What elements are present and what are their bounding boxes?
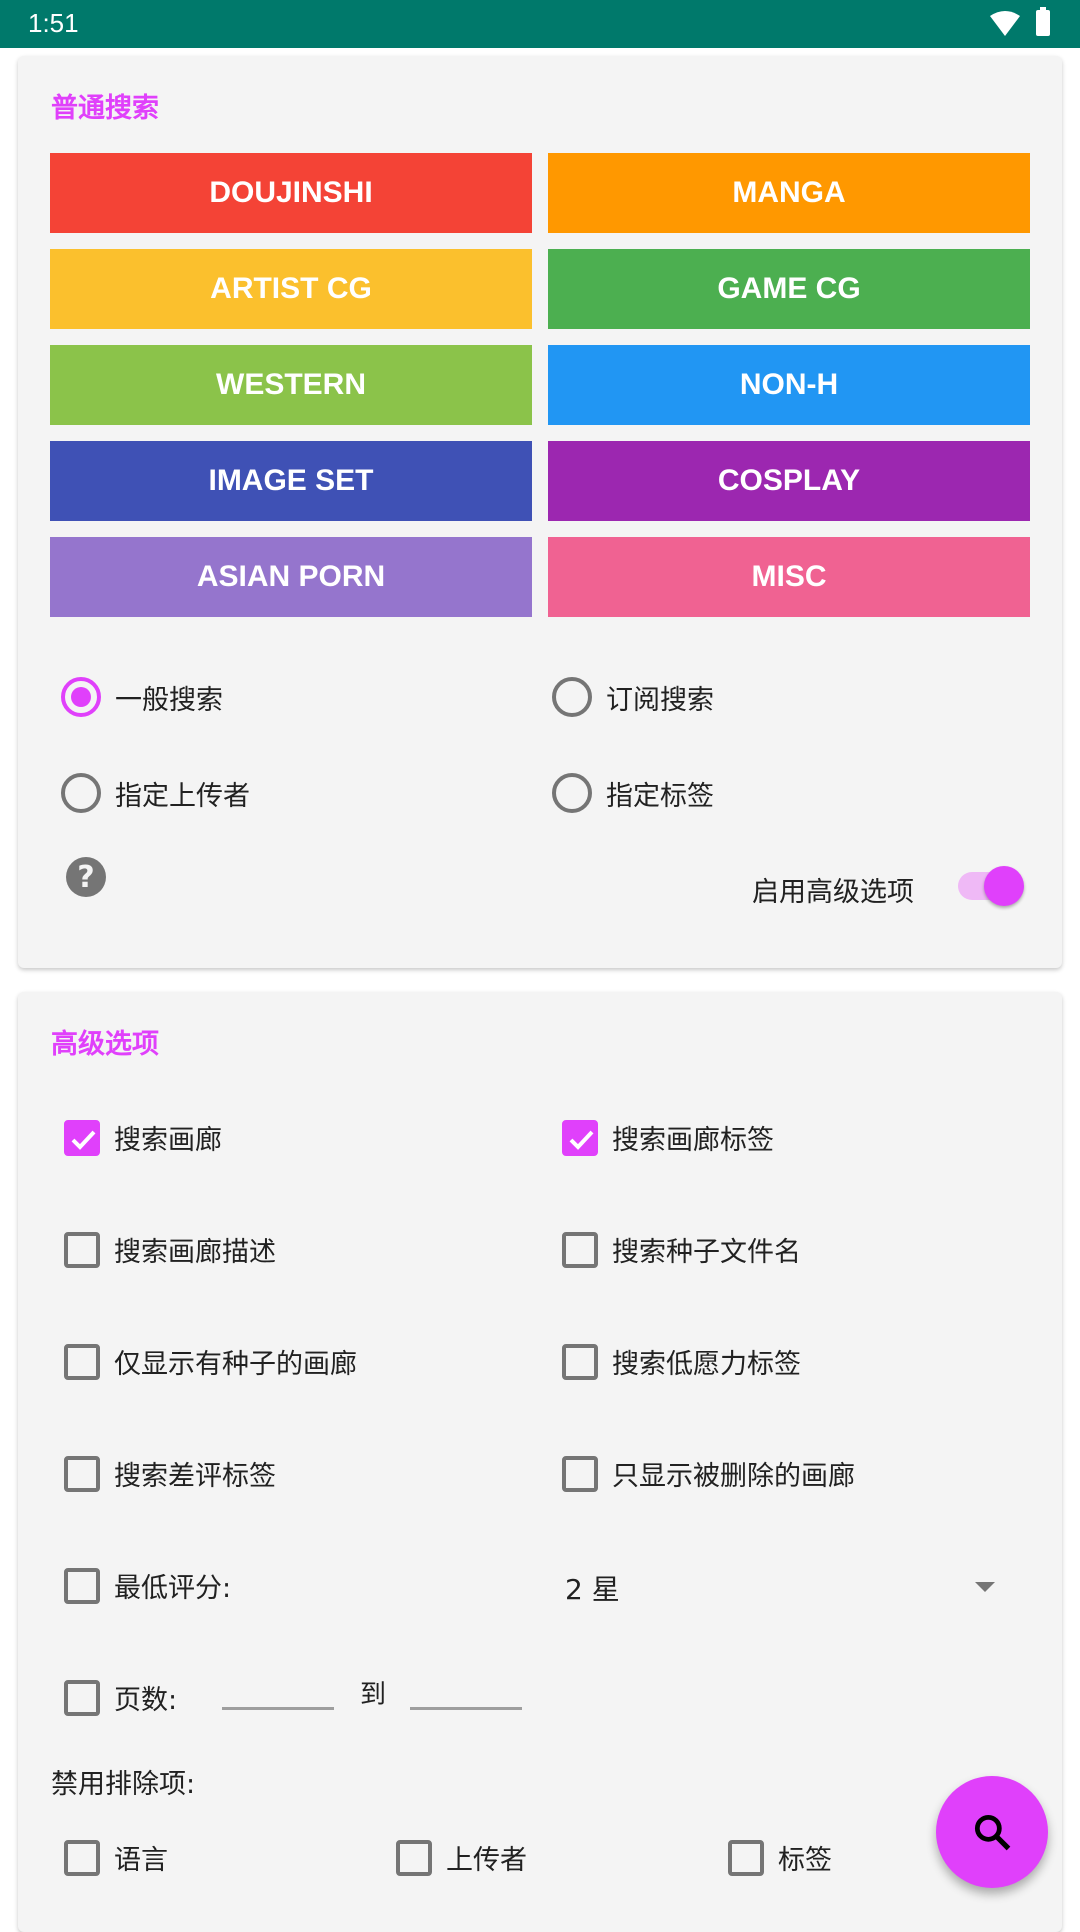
radio-unselected-icon	[552, 677, 592, 717]
checkbox-search-gallery-tags[interactable]: 搜索画廊标签	[562, 1118, 774, 1157]
checkbox-unchecked-icon	[64, 1839, 100, 1876]
pages-from-input[interactable]	[222, 1666, 334, 1710]
checkbox-disable-tags[interactable]: 标签	[728, 1838, 832, 1877]
checkbox-search-torrent-filename[interactable]: 搜索种子文件名	[562, 1230, 801, 1269]
radio-label: 订阅搜索	[606, 684, 714, 716]
checkbox-unchecked-icon	[64, 1455, 100, 1492]
radio-unselected-icon	[61, 773, 101, 813]
radio-specify-tag[interactable]: 指定标签	[552, 773, 714, 813]
checkbox-checked-icon	[562, 1119, 598, 1156]
checkbox-checked-icon	[64, 1119, 100, 1156]
advanced-options-card: 高级选项 搜索画廊 搜索画廊标签 搜索画廊描述 搜索种子文件名 仅显示有种子的画…	[18, 992, 1062, 1932]
search-icon	[974, 1814, 1011, 1851]
category-misc-button[interactable]: MISC	[548, 537, 1030, 617]
search-fab-button[interactable]	[936, 1776, 1048, 1888]
category-manga-button[interactable]: MANGA	[548, 153, 1030, 233]
checkbox-label: 搜索差评标签	[114, 1461, 276, 1492]
checkbox-only-with-torrents[interactable]: 仅显示有种子的画廊	[64, 1342, 357, 1381]
checkbox-unchecked-icon	[64, 1343, 100, 1380]
help-icon[interactable]: ?	[66, 857, 106, 897]
checkbox-search-downvoted-tags[interactable]: 搜索差评标签	[64, 1454, 276, 1493]
checkbox-unchecked-icon	[728, 1839, 764, 1876]
normal-search-title: 普通搜索	[51, 93, 159, 124]
status-time: 1:51	[28, 8, 79, 38]
category-artist-cg-button[interactable]: ARTIST CG	[50, 249, 532, 329]
wifi-icon	[990, 11, 1020, 36]
checkbox-unchecked-icon	[396, 1839, 432, 1876]
min-rating-dropdown[interactable]: 2 星	[565, 1560, 1005, 1610]
checkbox-label: 只显示被删除的画廊	[612, 1461, 855, 1492]
radio-subscription-search[interactable]: 订阅搜索	[552, 677, 714, 717]
category-image-set-button[interactable]: IMAGE SET	[50, 441, 532, 521]
checkbox-label: 搜索种子文件名	[612, 1237, 801, 1268]
checkbox-label: 最低评分:	[114, 1573, 232, 1604]
checkbox-unchecked-icon	[562, 1231, 598, 1268]
toggle-thumb	[984, 866, 1024, 906]
disable-exclusions-label: 禁用排除项:	[51, 1769, 196, 1800]
radio-specify-uploader[interactable]: 指定上传者	[61, 773, 250, 813]
advanced-toggle-label: 启用高级选项	[752, 877, 914, 908]
checkbox-unchecked-icon	[562, 1455, 598, 1492]
checkbox-search-gallery[interactable]: 搜索画廊	[64, 1118, 222, 1157]
category-game-cg-button[interactable]: GAME CG	[548, 249, 1030, 329]
radio-selected-icon	[61, 677, 101, 717]
category-western-button[interactable]: WESTERN	[50, 345, 532, 425]
checkbox-unchecked-icon	[64, 1231, 100, 1268]
checkbox-label: 标签	[778, 1845, 832, 1876]
checkbox-pages[interactable]: 页数:	[64, 1678, 177, 1717]
radio-label: 一般搜索	[115, 684, 223, 716]
advanced-options-title: 高级选项	[51, 1029, 159, 1060]
checkbox-label: 仅显示有种子的画廊	[114, 1349, 357, 1380]
checkbox-unchecked-icon	[64, 1679, 100, 1716]
pages-to-label: 到	[360, 1680, 387, 1710]
category-non-h-button[interactable]: NON-H	[548, 345, 1030, 425]
checkbox-disable-uploader[interactable]: 上传者	[396, 1838, 527, 1877]
radio-label: 指定上传者	[115, 780, 250, 812]
category-cosplay-button[interactable]: COSPLAY	[548, 441, 1030, 521]
checkbox-label: 搜索画廊标签	[612, 1125, 774, 1156]
checkbox-label: 上传者	[446, 1845, 527, 1876]
min-rating-value: 2 星	[565, 1573, 620, 1606]
checkbox-label: 语言	[114, 1845, 168, 1876]
checkbox-search-low-power-tags[interactable]: 搜索低愿力标签	[562, 1342, 801, 1381]
category-doujinshi-button[interactable]: DOUJINSHI	[50, 153, 532, 233]
checkbox-label: 搜索低愿力标签	[612, 1349, 801, 1380]
normal-search-card: 普通搜索 DOUJINSHI MANGA ARTIST CG GAME CG W…	[18, 56, 1062, 968]
checkbox-unchecked-icon	[562, 1343, 598, 1380]
checkbox-only-expunged[interactable]: 只显示被删除的画廊	[562, 1454, 855, 1493]
category-asian-porn-button[interactable]: ASIAN PORN	[50, 537, 532, 617]
checkbox-label: 搜索画廊描述	[114, 1237, 276, 1268]
checkbox-disable-language[interactable]: 语言	[64, 1838, 168, 1877]
pages-to-input[interactable]	[410, 1666, 522, 1710]
checkbox-label: 页数:	[114, 1685, 178, 1716]
radio-unselected-icon	[552, 773, 592, 813]
advanced-options-toggle[interactable]	[958, 866, 1024, 906]
checkbox-search-gallery-description[interactable]: 搜索画廊描述	[64, 1230, 276, 1269]
battery-icon	[1036, 7, 1050, 36]
checkbox-label: 搜索画廊	[114, 1125, 222, 1156]
dropdown-arrow-icon	[975, 1582, 995, 1592]
checkbox-min-rating[interactable]: 最低评分:	[64, 1566, 231, 1605]
radio-label: 指定标签	[606, 780, 714, 812]
radio-normal-search[interactable]: 一般搜索	[61, 677, 223, 717]
checkbox-unchecked-icon	[64, 1567, 100, 1604]
status-bar: 1:51	[0, 0, 1080, 48]
